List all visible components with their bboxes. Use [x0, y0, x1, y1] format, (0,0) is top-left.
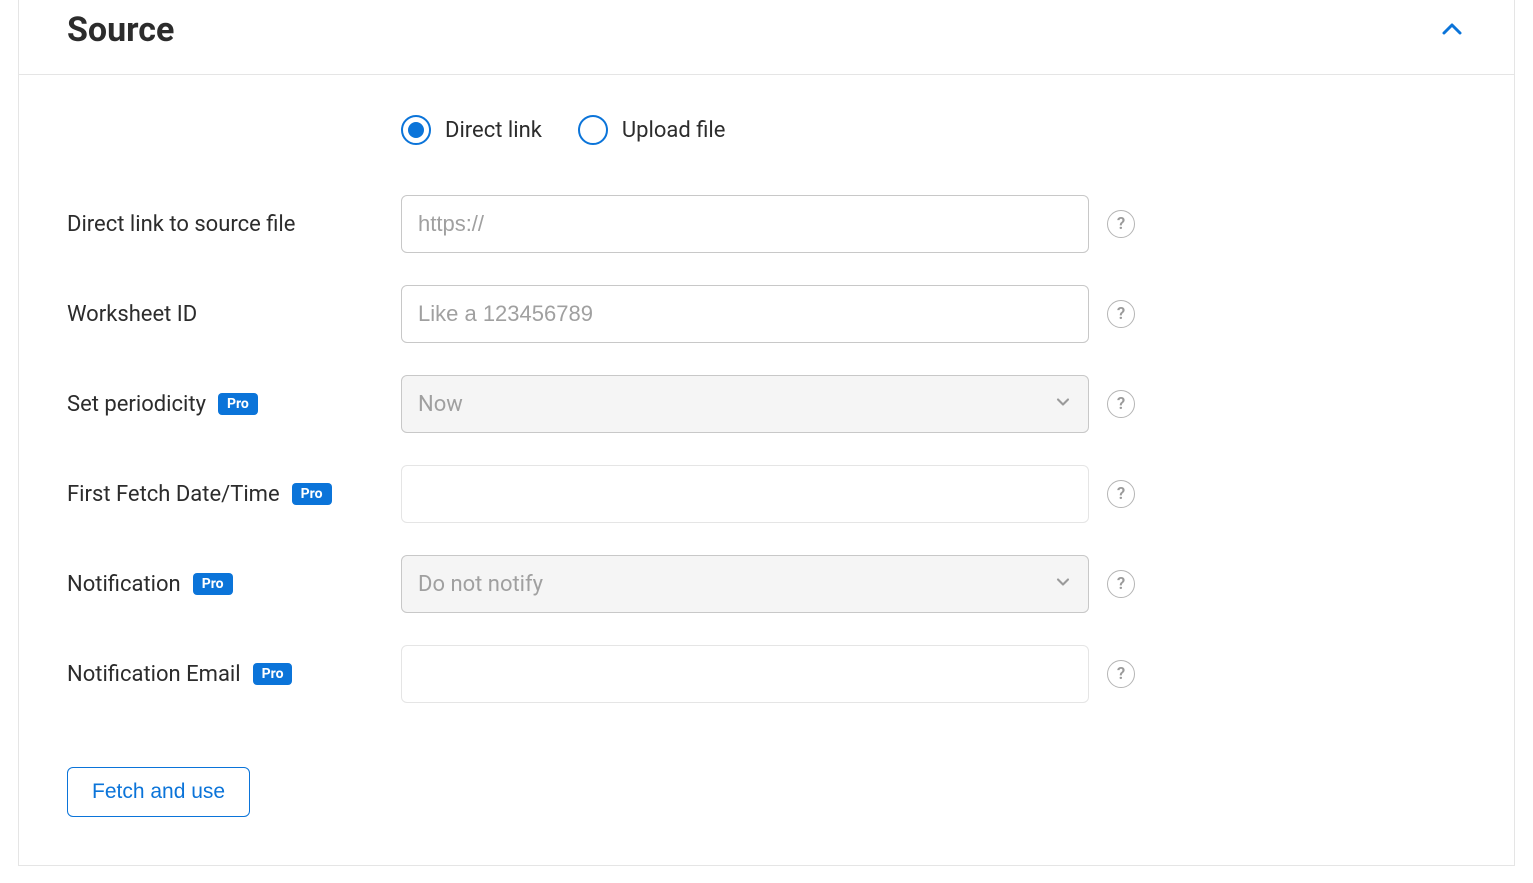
chevron-up-icon[interactable]	[1438, 16, 1466, 44]
input-wrap	[401, 465, 1089, 523]
panel-header[interactable]: Source	[19, 0, 1514, 75]
help-icon[interactable]: ?	[1107, 390, 1135, 418]
radio-icon	[578, 115, 608, 145]
help-icon[interactable]: ?	[1107, 210, 1135, 238]
first-fetch-input[interactable]	[401, 465, 1089, 523]
label-notification-email: Notification Email Pro	[67, 662, 401, 687]
row-notification: Notification Pro Do not notify ?	[67, 555, 1466, 613]
pro-badge: Pro	[218, 393, 258, 415]
row-periodicity: Set periodicity Pro Now ?	[67, 375, 1466, 433]
label-periodicity: Set periodicity Pro	[67, 392, 401, 417]
input-wrap	[401, 285, 1089, 343]
panel-body: Direct link Upload file Direct link to s…	[19, 75, 1514, 865]
notification-select[interactable]: Do not notify	[401, 555, 1089, 613]
row-worksheet-id: Worksheet ID ?	[67, 285, 1466, 343]
label-worksheet-id: Worksheet ID	[67, 302, 401, 327]
input-wrap	[401, 195, 1089, 253]
label-first-fetch: First Fetch Date/Time Pro	[67, 482, 401, 507]
pro-badge: Pro	[292, 483, 332, 505]
row-notification-email: Notification Email Pro ?	[67, 645, 1466, 703]
row-direct-link: Direct link to source file ?	[67, 195, 1466, 253]
radio-label: Upload file	[622, 118, 726, 143]
select-wrap: Now	[401, 375, 1089, 433]
input-wrap	[401, 645, 1089, 703]
source-panel: Source Direct link Upload file Direct li…	[18, 0, 1515, 866]
row-first-fetch: First Fetch Date/Time Pro ?	[67, 465, 1466, 523]
periodicity-select[interactable]: Now	[401, 375, 1089, 433]
radio-direct-link[interactable]: Direct link	[401, 115, 542, 145]
help-icon[interactable]: ?	[1107, 480, 1135, 508]
help-icon[interactable]: ?	[1107, 300, 1135, 328]
help-icon[interactable]: ?	[1107, 660, 1135, 688]
direct-link-input[interactable]	[401, 195, 1089, 253]
pro-badge: Pro	[193, 573, 233, 595]
radio-icon	[401, 115, 431, 145]
label-notification: Notification Pro	[67, 572, 401, 597]
notification-email-input[interactable]	[401, 645, 1089, 703]
pro-badge: Pro	[253, 663, 293, 685]
label-direct-link: Direct link to source file	[67, 212, 401, 237]
select-wrap: Do not notify	[401, 555, 1089, 613]
source-type-radio-group: Direct link Upload file	[401, 115, 1466, 145]
worksheet-id-input[interactable]	[401, 285, 1089, 343]
panel-title: Source	[67, 10, 174, 50]
radio-upload-file[interactable]: Upload file	[578, 115, 726, 145]
radio-label: Direct link	[445, 118, 542, 143]
help-icon[interactable]: ?	[1107, 570, 1135, 598]
fetch-and-use-button[interactable]: Fetch and use	[67, 767, 250, 817]
